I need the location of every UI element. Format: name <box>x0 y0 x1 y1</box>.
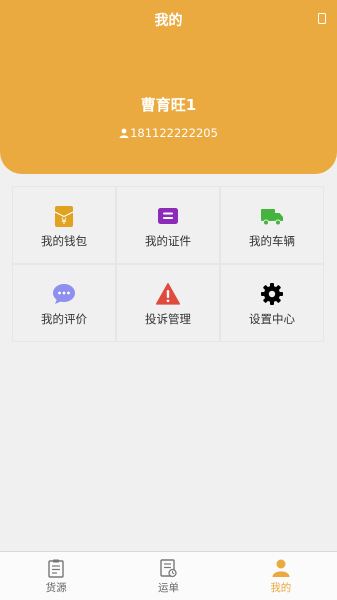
tab-label: 货源 <box>45 582 67 594</box>
tab-label: 我的 <box>270 582 292 594</box>
profile-header: 我的 曹育旺1 181122222205 <box>0 0 337 174</box>
id-card-icon <box>158 208 178 224</box>
user-phone-row: 181122222205 <box>0 126 337 140</box>
user-name: 曹育旺1 <box>140 96 197 114</box>
chat-bubble-icon <box>53 284 75 304</box>
corner-menu-button[interactable] <box>318 13 326 24</box>
gear-icon <box>261 283 283 305</box>
page-title: 我的 <box>154 13 183 29</box>
menu-item-documents[interactable]: 我的证件 <box>116 186 220 264</box>
clipboard-icon <box>48 559 64 578</box>
menu-label: 我的评价 <box>41 312 87 326</box>
waybill-icon <box>160 559 178 578</box>
menu-item-wallet[interactable]: ¥ 我的钱包 <box>12 186 116 264</box>
menu-item-complaints[interactable]: 投诉管理 <box>116 264 220 342</box>
menu-item-reviews[interactable]: 我的评价 <box>12 264 116 342</box>
truck-icon <box>261 209 283 226</box>
menu-item-vehicles[interactable]: 我的车辆 <box>220 186 324 264</box>
tab-label: 运单 <box>157 582 179 594</box>
tab-waybill[interactable]: 运单 <box>112 552 224 600</box>
tab-mine[interactable]: 我的 <box>225 552 337 600</box>
menu-label: 设置中心 <box>249 312 295 326</box>
person-icon <box>272 559 290 577</box>
menu-grid: ¥ 我的钱包 我的证件 我的车辆 我的评价 投诉管理 设置中心 <box>12 186 324 342</box>
svg-text:¥: ¥ <box>61 217 67 227</box>
menu-label: 我的钱包 <box>41 234 87 248</box>
user-phone: 181122222205 <box>130 126 218 140</box>
user-icon <box>119 128 129 138</box>
tab-cargo[interactable]: 货源 <box>0 552 112 600</box>
warning-icon <box>156 282 180 305</box>
wallet-icon: ¥ <box>54 206 74 227</box>
menu-item-settings[interactable]: 设置中心 <box>220 264 324 342</box>
menu-label: 我的车辆 <box>249 234 295 248</box>
menu-label: 我的证件 <box>145 234 191 248</box>
menu-label: 投诉管理 <box>145 312 191 326</box>
bottom-tab-bar: 货源 运单 我的 <box>0 551 337 600</box>
